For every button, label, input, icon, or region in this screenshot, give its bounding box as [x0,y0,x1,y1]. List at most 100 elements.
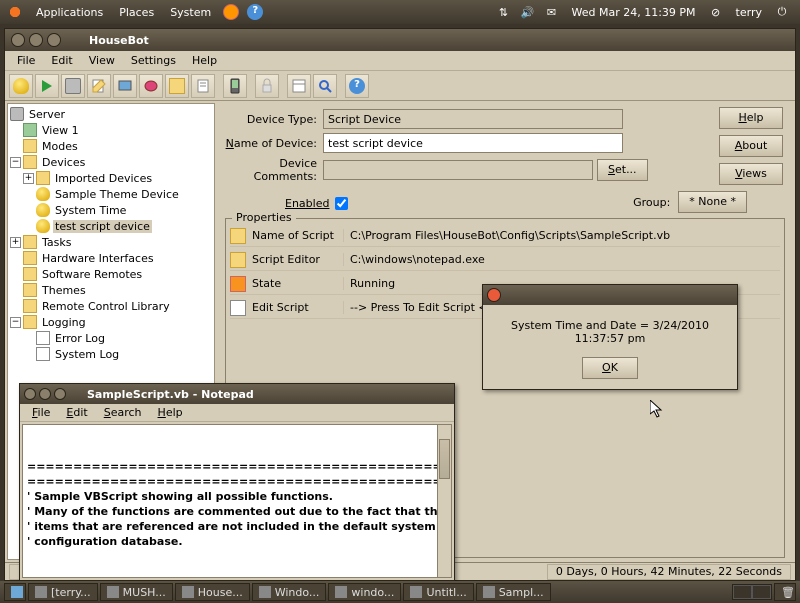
tree-error-log[interactable]: Error Log [53,332,107,345]
np-menu-edit[interactable]: Edit [58,406,95,419]
power-icon[interactable]: ⏻ [773,3,791,21]
tb-play-icon[interactable] [35,74,59,98]
menu-settings[interactable]: Settings [123,54,184,67]
tree-toggle[interactable]: + [23,173,34,184]
tb-bulb-icon[interactable] [9,74,33,98]
prop-row[interactable]: Name of ScriptC:\Program Files\HouseBot\… [230,225,780,247]
clock[interactable]: Wed Mar 24, 11:39 PM [564,6,704,19]
housebot-titlebar[interactable]: HouseBot [5,29,795,51]
tree-system-time[interactable]: System Time [53,204,128,217]
tree-sample-theme[interactable]: Sample Theme Device [53,188,181,201]
tree-toggle[interactable]: − [10,317,21,328]
menu-edit[interactable]: Edit [43,54,80,67]
dialog-close-icon[interactable] [487,288,501,302]
mail-icon[interactable]: ✉ [543,3,561,21]
help-icon[interactable]: ? [246,3,264,21]
task-item[interactable]: windo... [328,583,401,601]
task-item[interactable]: Windo... [252,583,327,601]
tree-devices[interactable]: Devices [40,156,87,169]
enabled-checkbox[interactable] [335,197,348,210]
np-menu-file[interactable]: File [24,406,58,419]
window-min-icon[interactable] [29,33,43,47]
folder-icon [23,283,37,297]
scrollbar[interactable] [437,425,451,577]
tb-palette-icon[interactable] [139,74,163,98]
window-max-icon[interactable] [47,33,61,47]
page-icon [230,300,246,316]
views-button[interactable]: Views [719,163,783,185]
tb-screen-icon[interactable] [113,74,137,98]
tree-view[interactable]: View 1 [40,124,81,137]
tb-log-icon[interactable] [191,74,215,98]
tree-sw-remotes[interactable]: Software Remotes [40,268,144,281]
task-item[interactable]: [terry... [28,583,98,601]
notepad-titlebar[interactable]: SampleScript.vb - Notepad [20,384,454,404]
tb-find-icon[interactable] [313,74,337,98]
menu-view[interactable]: View [81,54,123,67]
notepad-textarea[interactable]: ========================================… [22,424,452,578]
user-icon[interactable]: ⊘ [707,3,725,21]
task-item[interactable]: House... [175,583,250,601]
tree-toggle[interactable]: − [10,157,21,168]
device-type-label: Device Type: [225,113,323,126]
menu-applications[interactable]: Applications [28,6,111,19]
help-button[interactable]: Help [719,107,783,129]
tb-gear-icon[interactable] [61,74,85,98]
menu-file[interactable]: File [9,54,43,67]
tb-help-icon[interactable]: ? [345,74,369,98]
tb-props-icon[interactable] [287,74,311,98]
tree-toggle[interactable]: + [10,237,21,248]
folder-icon [36,171,50,185]
scrollbar-thumb[interactable] [439,439,450,479]
device-comments-field[interactable] [323,160,593,180]
tb-edit-icon[interactable] [87,74,111,98]
tree-system-log[interactable]: System Log [53,348,121,361]
trash-icon[interactable]: 🗑 [774,583,796,601]
device-name-field[interactable] [323,133,623,153]
tree-themes[interactable]: Themes [40,284,88,297]
window-min-icon[interactable] [39,388,51,400]
task-item[interactable]: MUSH... [100,583,173,601]
network-icon[interactable]: ⇅ [495,3,513,21]
set-button[interactable]: Set... [597,159,648,181]
folder-icon [23,251,37,265]
menu-system[interactable]: System [162,6,219,19]
user-menu[interactable]: terry [728,6,770,19]
tree-imported[interactable]: Imported Devices [53,172,154,185]
ok-button[interactable]: OK [582,357,638,379]
workspace-switcher[interactable] [732,584,772,600]
notepad-title: SampleScript.vb - Notepad [87,388,254,401]
tb-lock-icon[interactable] [255,74,279,98]
window-close-icon[interactable] [24,388,36,400]
group-button[interactable]: * None * [678,191,747,213]
np-menu-help[interactable]: Help [150,406,191,419]
tb-folder-icon[interactable] [165,74,189,98]
np-menu-search[interactable]: Search [96,406,150,419]
ubuntu-logo-icon[interactable] [6,3,24,21]
prop-row[interactable]: Script EditorC:\windows\notepad.exe [230,249,780,271]
housebot-menubar: File Edit View Settings Help [5,51,795,71]
volume-icon[interactable]: 🔊 [519,3,537,21]
firefox-icon[interactable] [222,3,240,21]
tree-tasks[interactable]: Tasks [40,236,73,249]
window-title: HouseBot [89,34,149,47]
state-icon [230,276,246,292]
tree-server[interactable]: Server [27,108,67,121]
tree-rcl[interactable]: Remote Control Library [40,300,172,313]
task-item[interactable]: Untitl... [403,583,473,601]
tree-hw[interactable]: Hardware Interfaces [40,252,156,265]
group-label: Group: [633,196,670,209]
folder-icon [230,252,246,268]
about-button[interactable]: About [719,135,783,157]
window-max-icon[interactable] [54,388,66,400]
tb-pda-icon[interactable] [223,74,247,98]
dialog-titlebar[interactable] [483,285,737,305]
show-desktop-icon[interactable] [4,583,26,601]
window-close-icon[interactable] [11,33,25,47]
tree-test-script[interactable]: test script device [53,220,152,233]
tree-logging[interactable]: Logging [40,316,88,329]
tree-modes[interactable]: Modes [40,140,80,153]
task-item[interactable]: Sampl... [476,583,551,601]
menu-places[interactable]: Places [111,6,162,19]
menu-help[interactable]: Help [184,54,225,67]
